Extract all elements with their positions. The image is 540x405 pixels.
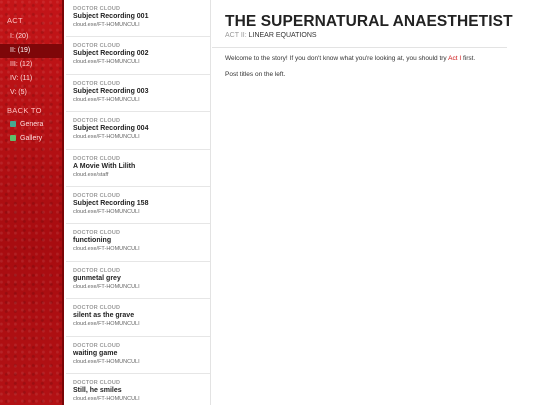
- act-link-3[interactable]: III: (12): [0, 58, 62, 72]
- post-title: waiting game: [73, 349, 118, 357]
- genera-square-icon: [10, 120, 16, 127]
- act-link-5[interactable]: V: (5): [0, 86, 62, 100]
- welcome-paragraph: Welcome to the story! If you don't know …: [225, 54, 540, 63]
- post-title: Subject Recording 004: [73, 125, 149, 133]
- post-item[interactable]: DOCTOR CLOUD Still, he smiles cloud.exe/…: [66, 374, 210, 405]
- post-item[interactable]: DOCTOR CLOUD Subject Recording 003 cloud…: [66, 75, 210, 113]
- act-1-link[interactable]: Act I: [448, 55, 461, 62]
- post-source: cloud.exe/FT-HOMUNCULI: [73, 246, 140, 253]
- post-title: Subject Recording 002: [73, 50, 149, 58]
- post-source: cloud.exe/FT-HOMUNCULI: [73, 283, 140, 290]
- post-title: gunmetal grey: [73, 274, 121, 282]
- post-title: Still, he smiles: [73, 386, 122, 394]
- back-link-gallery[interactable]: Gallery: [0, 132, 62, 146]
- post-source: cloud.exe/FT-HOMUNCULI: [73, 96, 140, 103]
- welcome-text-before: Welcome to the story! If you don't know …: [225, 55, 449, 62]
- post-title: silent as the grave: [73, 312, 135, 320]
- post-item[interactable]: DOCTOR CLOUD gunmetal grey cloud.exe/FT-…: [66, 262, 210, 300]
- act-link-4[interactable]: IV: (11): [0, 72, 62, 86]
- post-title: Subject Recording 158: [73, 199, 149, 207]
- act-name-label: LINEAR EQUATIONS: [248, 32, 317, 39]
- act-list: I: (20) II: (19) III: (12) IV: (11) V: (…: [0, 30, 62, 100]
- back-link-gallery-label: Gallery: [20, 135, 43, 142]
- post-source: cloud.exe/FT-HOMUNCULI: [73, 358, 140, 365]
- post-source: cloud.exe/staff: [73, 171, 109, 178]
- gallery-square-icon: [10, 134, 16, 141]
- act-link-2[interactable]: II: (19): [0, 44, 62, 58]
- act-link-1[interactable]: I: (20): [0, 30, 62, 44]
- page-title: THE SUPERNATURAL ANAESTHETIST: [225, 13, 513, 30]
- post-item[interactable]: DOCTOR CLOUD silent as the grave cloud.e…: [66, 299, 210, 337]
- act-sidebar: ACT I: (20) II: (19) III: (12) IV: (11) …: [0, 0, 64, 405]
- act-number-label: ACT II:: [225, 32, 247, 39]
- post-item[interactable]: DOCTOR CLOUD Subject Recording 158 cloud…: [66, 187, 210, 225]
- back-to-heading: BACK TO: [7, 106, 42, 115]
- title-divider: [212, 47, 507, 48]
- welcome-text-after: first.: [461, 55, 476, 62]
- post-source: cloud.exe/FT-HOMUNCULI: [73, 134, 140, 141]
- intro-text: Welcome to the story! If you don't know …: [225, 54, 540, 79]
- main-content: THE SUPERNATURAL ANAESTHETIST ACT II: LI…: [212, 0, 540, 405]
- post-title: Subject Recording 003: [73, 87, 149, 95]
- act-heading: ACT: [7, 16, 23, 25]
- back-link-genera[interactable]: Genera: [0, 118, 62, 132]
- post-title: Subject Recording 001: [73, 13, 149, 20]
- post-source: cloud.exe/FT-HOMUNCULI: [73, 22, 140, 28]
- post-source: cloud.exe/FT-HOMUNCULI: [73, 395, 140, 402]
- back-link-genera-label: Genera: [20, 121, 44, 128]
- post-item[interactable]: DOCTOR CLOUD Subject Recording 004 cloud…: [66, 112, 210, 150]
- post-item[interactable]: DOCTOR CLOUD functioning cloud.exe/FT-HO…: [66, 224, 210, 262]
- act-subtitle: ACT II: LINEAR EQUATIONS: [225, 31, 540, 40]
- post-source: cloud.exe/FT-HOMUNCULI: [73, 59, 140, 66]
- post-item[interactable]: DOCTOR CLOUD A Movie With Lilith cloud.e…: [66, 150, 210, 187]
- post-item[interactable]: DOCTOR CLOUD Subject Recording 002 cloud…: [66, 37, 210, 75]
- post-title: A Movie With Lilith: [73, 162, 136, 170]
- hint-paragraph: Post titles on the left.: [225, 71, 286, 78]
- post-item[interactable]: DOCTOR CLOUD Subject Recording 001 cloud…: [66, 0, 210, 38]
- post-title: functioning: [73, 237, 112, 245]
- back-to-list: Genera Gallery: [0, 118, 62, 146]
- post-item[interactable]: DOCTOR CLOUD waiting game cloud.exe/FT-H…: [66, 337, 210, 374]
- post-list: DOCTOR CLOUD Subject Recording 001 cloud…: [66, 0, 211, 405]
- post-source: cloud.exe/FT-HOMUNCULI: [73, 321, 140, 328]
- post-source: cloud.exe/FT-HOMUNCULI: [73, 208, 140, 215]
